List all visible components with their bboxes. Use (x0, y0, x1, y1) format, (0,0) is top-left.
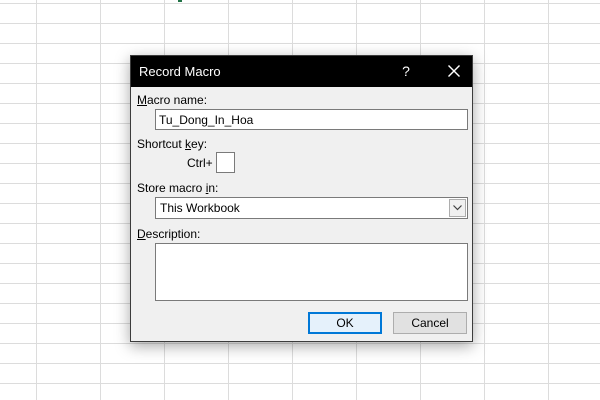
macro-name-input[interactable] (155, 109, 468, 130)
shortcut-key-label: Shortcut key: (137, 137, 208, 151)
worksheet-selection-marker (178, 0, 182, 2)
close-button[interactable] (435, 56, 472, 87)
store-macro-selected-value: This Workbook (160, 201, 240, 215)
description-textarea[interactable] (155, 243, 468, 301)
chevron-down-icon (453, 205, 462, 211)
shortcut-key-input[interactable] (216, 152, 235, 173)
description-label: Description: (137, 227, 201, 241)
dialog-title: Record Macro (139, 64, 221, 79)
store-macro-dropdown-button[interactable] (449, 199, 466, 217)
ok-button[interactable]: OK (308, 312, 382, 334)
help-button[interactable]: ? (391, 56, 421, 87)
dialog-titlebar[interactable]: Record Macro ? (131, 56, 472, 87)
macro-name-label: Macro name: (137, 93, 208, 107)
ctrl-prefix-label: Ctrl+ (187, 156, 213, 170)
record-macro-dialog: Record Macro ? Macro name: Shortcut key:… (130, 55, 473, 342)
cancel-button[interactable]: Cancel (393, 312, 467, 334)
store-macro-label: Store macro in: (137, 181, 219, 195)
store-macro-select[interactable]: This Workbook (155, 197, 468, 219)
close-icon (448, 65, 460, 77)
